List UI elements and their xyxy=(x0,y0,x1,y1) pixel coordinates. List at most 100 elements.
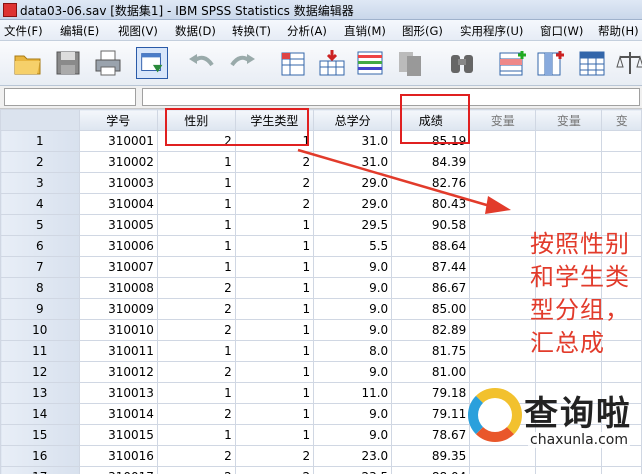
cell-total-credits[interactable]: 11.0 xyxy=(313,382,393,404)
cell-total-credits[interactable]: 5.5 xyxy=(313,235,393,257)
cell-student-id[interactable]: 310006 xyxy=(78,235,158,257)
cell-score[interactable]: 86.67 xyxy=(391,277,471,299)
cell-student-type[interactable]: 1 xyxy=(234,361,315,383)
cell-score[interactable]: 82.89 xyxy=(391,319,471,341)
cell-student-type[interactable]: 1 xyxy=(234,277,315,299)
cell-student-type[interactable]: 2 xyxy=(234,445,315,467)
grid-corner[interactable] xyxy=(0,109,80,131)
cell-gender[interactable]: 1 xyxy=(156,424,236,446)
empty-cell[interactable] xyxy=(469,193,537,215)
menu-edit[interactable]: 编辑(E) xyxy=(60,23,99,39)
empty-cell[interactable] xyxy=(601,130,642,152)
split-file-icon[interactable] xyxy=(576,47,608,79)
row-number[interactable]: 6 xyxy=(0,235,80,257)
empty-cell[interactable] xyxy=(469,361,537,383)
cell-total-credits[interactable]: 9.0 xyxy=(313,424,393,446)
empty-cell[interactable] xyxy=(469,235,537,257)
empty-cell[interactable] xyxy=(469,172,537,194)
cell-student-id[interactable]: 310017 xyxy=(78,466,158,474)
empty-cell[interactable] xyxy=(469,151,537,173)
row-number[interactable]: 11 xyxy=(0,340,80,362)
cell-student-type[interactable]: 1 xyxy=(234,298,315,320)
print-icon[interactable] xyxy=(92,47,124,79)
cell-student-type[interactable]: 1 xyxy=(234,319,315,341)
column-header-student-id[interactable]: 学号 xyxy=(78,109,158,131)
undo-icon[interactable] xyxy=(186,47,218,79)
cell-gender[interactable]: 2 xyxy=(156,319,236,341)
goto-case-icon[interactable] xyxy=(278,47,310,79)
cell-score[interactable]: 87.44 xyxy=(391,256,471,278)
weight-cases-icon[interactable] xyxy=(614,47,642,79)
menu-transform[interactable]: 转换(T) xyxy=(232,23,271,39)
empty-cell[interactable] xyxy=(535,193,603,215)
cell-gender[interactable]: 2 xyxy=(156,403,236,425)
cell-score[interactable]: 81.75 xyxy=(391,340,471,362)
cell-total-credits[interactable]: 29.0 xyxy=(313,172,393,194)
row-number[interactable]: 8 xyxy=(0,277,80,299)
cell-score[interactable]: 81.00 xyxy=(391,361,471,383)
empty-cell[interactable] xyxy=(535,361,603,383)
cell-student-id[interactable]: 310008 xyxy=(78,277,158,299)
cell-student-type[interactable]: 2 xyxy=(234,466,315,474)
menu-file[interactable]: 文件(F) xyxy=(4,23,43,39)
row-number[interactable]: 16 xyxy=(0,445,80,467)
insert-variable-icon[interactable] xyxy=(534,47,566,79)
row-number[interactable]: 17 xyxy=(0,466,80,474)
cell-score[interactable]: 88.64 xyxy=(391,235,471,257)
cell-student-type[interactable]: 2 xyxy=(234,151,315,173)
cell-student-id[interactable]: 310016 xyxy=(78,445,158,467)
cell-score[interactable]: 82.76 xyxy=(391,172,471,194)
cell-student-type[interactable]: 2 xyxy=(234,172,315,194)
cell-gender[interactable]: 2 xyxy=(156,277,236,299)
cell-student-id[interactable]: 310004 xyxy=(78,193,158,215)
row-number[interactable]: 13 xyxy=(0,382,80,404)
empty-cell[interactable] xyxy=(535,151,603,173)
cell-student-id[interactable]: 310013 xyxy=(78,382,158,404)
goto-variable-icon[interactable] xyxy=(316,47,348,79)
cell-student-id[interactable]: 310014 xyxy=(78,403,158,425)
row-number[interactable]: 9 xyxy=(0,298,80,320)
cell-student-type[interactable]: 1 xyxy=(234,382,315,404)
cell-total-credits[interactable]: 23.5 xyxy=(313,466,393,474)
cell-student-id[interactable]: 310003 xyxy=(78,172,158,194)
cell-score[interactable]: 88.04 xyxy=(391,466,471,474)
empty-cell[interactable] xyxy=(601,193,642,215)
empty-cell[interactable] xyxy=(469,298,537,320)
cell-gender[interactable]: 1 xyxy=(156,382,236,404)
cell-gender[interactable]: 1 xyxy=(156,193,236,215)
cell-score[interactable]: 79.18 xyxy=(391,382,471,404)
cell-gender[interactable]: 1 xyxy=(156,172,236,194)
menu-data[interactable]: 数据(D) xyxy=(175,23,216,39)
cell-student-id[interactable]: 310007 xyxy=(78,256,158,278)
cell-student-id[interactable]: 310010 xyxy=(78,319,158,341)
redo-icon[interactable] xyxy=(226,47,258,79)
cell-student-id[interactable]: 310002 xyxy=(78,151,158,173)
cell-score[interactable]: 84.39 xyxy=(391,151,471,173)
cell-gender[interactable]: 1 xyxy=(156,235,236,257)
save-icon[interactable] xyxy=(52,47,84,79)
cell-total-credits[interactable]: 29.5 xyxy=(313,214,393,236)
cell-score[interactable]: 85.00 xyxy=(391,298,471,320)
cell-student-id[interactable]: 310011 xyxy=(78,340,158,362)
column-header-empty-variable[interactable]: 变 xyxy=(601,109,642,131)
empty-cell[interactable] xyxy=(601,172,642,194)
find-icon[interactable] xyxy=(446,47,478,79)
menu-window[interactable]: 窗口(W) xyxy=(540,23,583,39)
cell-student-type[interactable]: 1 xyxy=(234,235,315,257)
cell-total-credits[interactable]: 8.0 xyxy=(313,340,393,362)
empty-cell[interactable] xyxy=(469,340,537,362)
cell-student-id[interactable]: 310015 xyxy=(78,424,158,446)
row-number[interactable]: 15 xyxy=(0,424,80,446)
cell-score[interactable]: 78.67 xyxy=(391,424,471,446)
empty-cell[interactable] xyxy=(601,151,642,173)
cell-gender[interactable]: 1 xyxy=(156,151,236,173)
column-header-empty-variable[interactable]: 变量 xyxy=(469,109,537,131)
row-number[interactable]: 12 xyxy=(0,361,80,383)
row-number[interactable]: 1 xyxy=(0,130,80,152)
cell-student-type[interactable]: 1 xyxy=(234,214,315,236)
row-number[interactable]: 14 xyxy=(0,403,80,425)
cell-total-credits[interactable]: 9.0 xyxy=(313,361,393,383)
cell-student-id[interactable]: 310012 xyxy=(78,361,158,383)
cell-score[interactable]: 79.11 xyxy=(391,403,471,425)
cell-total-credits[interactable]: 9.0 xyxy=(313,403,393,425)
